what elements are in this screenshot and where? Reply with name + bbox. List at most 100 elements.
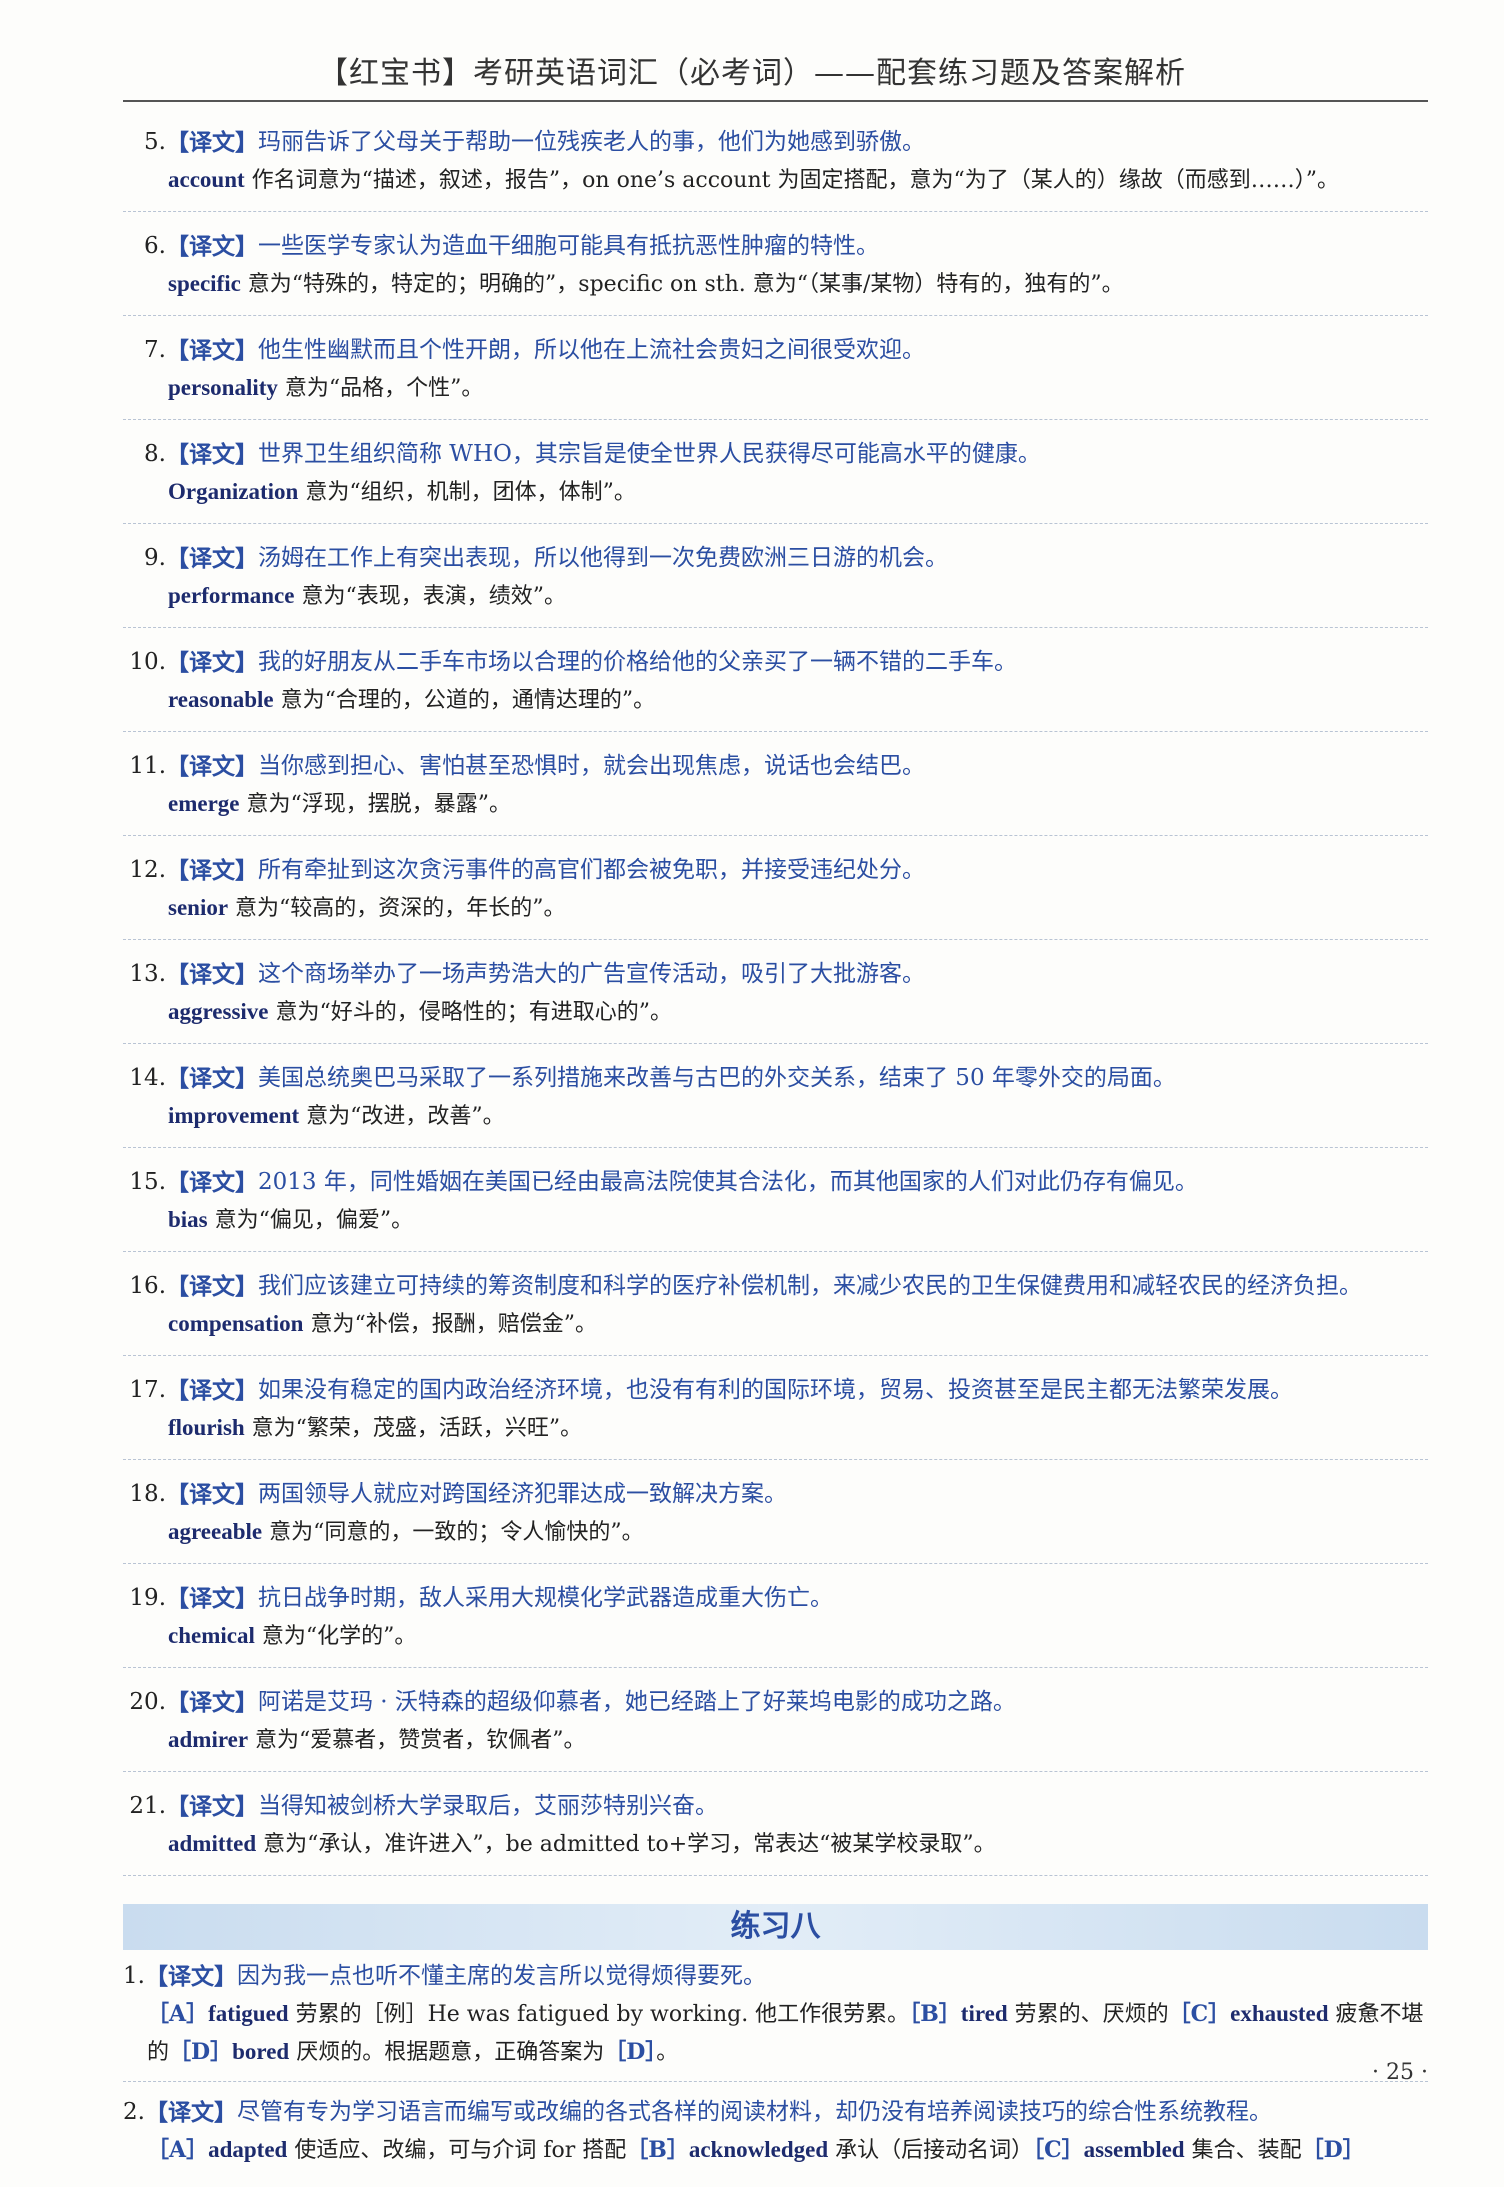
item-number: 13.: [129, 961, 166, 987]
translation-text: 一些医学专家认为造血干细胞可能具有抵抗恶性肿瘤的特性。: [258, 233, 879, 259]
item-number: 16.: [129, 1273, 166, 1299]
option-c-label: ［C］: [1168, 2001, 1231, 2027]
item-number: 21.: [129, 1793, 166, 1819]
vocab-word: flourish: [168, 1415, 245, 1440]
exercise-item-1: 1. 【译文】 因为我一点也听不懂主席的发言所以觉得烦得要死。 ［A］fatig…: [123, 1954, 1428, 2082]
translation-text: 2013 年，同性婚姻在美国已经由最高法院使其合法化，而其他国家的人们对此仍存有…: [258, 1169, 1198, 1195]
explanation-text: 意为“表现，表演，绩效”。: [294, 584, 566, 609]
explanation: account 作名词意为“描述，叙述，报告”，on one’s account…: [123, 161, 1428, 199]
translation-item: 15. 【译文】 2013 年，同性婚姻在美国已经由最高法院使其合法化，而其他国家的…: [123, 1158, 1428, 1252]
explanation: admitted 意为“承认，准许进入”，be admitted to+学习，常…: [123, 1825, 1428, 1863]
explanation: admirer 意为“爱慕者，赞赏者，钦佩者”。: [123, 1721, 1428, 1759]
translation-item: 11. 【译文】 当你感到担心、害怕甚至恐惧时，就会出现焦虑，说话也会结巴。 emer…: [123, 742, 1428, 836]
page-content: 5. 【译文】 玛丽告诉了父母关于帮助一位残疾老人的事，他们为她感到骄傲。 accou…: [123, 118, 1428, 2187]
translation-item: 20. 【译文】 阿诺是艾玛 · 沃特森的超级仰慕者，她已经踏上了好莱坞电影的成功之…: [123, 1678, 1428, 1772]
translation-tag: 【译文】: [166, 233, 258, 260]
option-c-label: ［C］: [1033, 2137, 1084, 2163]
translation-item: 12. 【译文】 所有牵扯到这次贪污事件的高官们都会被免职，并接受违纪处分。 seni…: [123, 846, 1428, 940]
item-number: 19.: [129, 1585, 166, 1611]
translation-text: 当得知被剑桥大学录取后，艾丽莎特别兴奋。: [258, 1793, 718, 1819]
item-number: 8.: [144, 441, 166, 467]
item-number: 7.: [144, 337, 166, 363]
explanation: agreeable 意为“同意的，一致的；令人愉快的”。: [123, 1513, 1428, 1551]
translation-item: 9. 【译文】 汤姆在工作上有突出表现，所以他得到一次免费欧洲三日游的机会。 perf…: [123, 534, 1428, 628]
explanation: Organization 意为“组织，机制，团体，体制”。: [123, 473, 1428, 511]
translation-text: 汤姆在工作上有突出表现，所以他得到一次免费欧洲三日游的机会。: [258, 545, 948, 571]
vocab-word: account: [168, 167, 245, 192]
explanation-text: 作名词意为“描述，叙述，报告”，on one’s account 为固定搭配，意…: [244, 168, 1339, 193]
option-a-text: 使适应、改编，可与介词 for 搭配: [287, 2138, 627, 2163]
vocab-word: reasonable: [168, 687, 274, 712]
translation-text: 他生性幽默而且个性开朗，所以他在上流社会贵妇之间很受欢迎。: [258, 337, 925, 363]
translation-tag: 【译文】: [166, 1273, 258, 1300]
vocab-word: chemical: [168, 1623, 255, 1648]
translation-tag: 【译文】: [166, 1793, 258, 1820]
option-b-word: acknowledged: [688, 2137, 829, 2162]
exercise-item-2: 2. 【译文】 尽管有专为学习语言而编写或改编的各式各样的阅读材料，却仍没有培养…: [123, 2090, 1428, 2179]
translation-tag: 【译文】: [166, 649, 258, 676]
answer: ［D］: [604, 2039, 657, 2065]
translation-text: 我们应该建立可持续的筹资制度和科学的医疗补偿机制，来减少农民的卫生保健费用和减轻…: [258, 1273, 1362, 1299]
translation-item: 10. 【译文】 我的好朋友从二手车市场以合理的价格给他的父亲买了一辆不错的二手车。…: [123, 638, 1428, 732]
translation-tag: 【译文】: [166, 337, 258, 364]
vocab-word: Organization: [168, 479, 299, 504]
option-a-word: fatigued: [208, 2001, 289, 2026]
translation-tag: 【译文】: [166, 961, 258, 988]
item-number: 9.: [144, 545, 166, 571]
explanation-text: 意为“化学的”。: [254, 1624, 417, 1649]
translation-tag: 【译文】: [166, 1585, 258, 1612]
vocab-word: admitted: [168, 1831, 257, 1856]
translation-item: 7. 【译文】 他生性幽默而且个性开朗，所以他在上流社会贵妇之间很受欢迎。 perso…: [123, 326, 1428, 420]
explanation: specific 意为“特殊的，特定的；明确的”，specific on sth…: [123, 265, 1428, 303]
translation-tag: 【译文】: [166, 1481, 258, 1508]
running-header: 【红宝书】考研英语词汇（必考词）——配套练习题及答案解析: [318, 56, 1186, 91]
translation-item: 21. 【译文】 当得知被剑桥大学录取后，艾丽莎特别兴奋。 admitted 意为“承…: [123, 1782, 1428, 1876]
vocab-word: improvement: [168, 1103, 300, 1128]
option-b-word: tired: [960, 2001, 1008, 2026]
translation-item: 6. 【译文】 一些医学专家认为造血干细胞可能具有抵抗恶性肿瘤的特性。 specifi…: [123, 222, 1428, 316]
explanation-text: 意为“组织，机制，团体，体制”。: [298, 480, 636, 505]
explanation-text: 意为“补偿，报酬，赔偿金”。: [303, 1312, 597, 1337]
explanation: performance 意为“表现，表演，绩效”。: [123, 577, 1428, 615]
item-number: 2.: [123, 2099, 145, 2125]
section-title: 练习八: [123, 1904, 1428, 1950]
translation-tag: 【译文】: [166, 441, 258, 468]
header-rule: [123, 100, 1428, 102]
explanation: aggressive 意为“好斗的，侵略性的；有进取心的”。: [123, 993, 1428, 1031]
explanation: bias 意为“偏见，偏爱”。: [123, 1201, 1428, 1239]
vocab-word: bias: [168, 1207, 208, 1232]
explanation-text: 意为“特殊的，特定的；明确的”，specific on sth. 意为“（某事/…: [240, 272, 1124, 297]
translation-text: 抗日战争时期，敌人采用大规模化学武器造成重大伤亡。: [258, 1585, 833, 1611]
explanation: reasonable 意为“合理的，公道的，通情达理的”。: [123, 681, 1428, 719]
translation-text: 当你感到担心、害怕甚至恐惧时，就会出现焦虑，说话也会结巴。: [258, 753, 925, 779]
explanation-text: 意为“偏见，偏爱”。: [207, 1208, 414, 1233]
option-a-label: ［A］: [147, 2001, 209, 2027]
vocab-word: aggressive: [168, 999, 269, 1024]
answer-end: 。: [656, 2040, 679, 2065]
translation-item: 14. 【译文】 美国总统奥巴马采取了一系列措施来改善与古巴的外交关系，结束了 50…: [123, 1054, 1428, 1148]
vocab-word: performance: [168, 583, 295, 608]
explanation: compensation 意为“补偿，报酬，赔偿金”。: [123, 1305, 1428, 1343]
item-number: 14.: [129, 1065, 166, 1091]
explanation-text: 意为“较高的，资深的，年长的”。: [228, 896, 566, 921]
translation-text: 这个商场举办了一场声势浩大的广告宣传活动，吸引了大批游客。: [258, 961, 925, 987]
explanation-text: 意为“承认，准许进入”，be admitted to+学习，常表达“被某学校录取…: [256, 1832, 996, 1857]
explanation-text: 意为“同意的，一致的；令人愉快的”。: [262, 1520, 644, 1545]
explanation-text: 意为“浮现，摆脱，暴露”。: [239, 792, 511, 817]
translation-tag: 【译文】: [166, 857, 258, 884]
translation-text: 我的好朋友从二手车市场以合理的价格给他的父亲买了一辆不错的二手车。: [258, 649, 1017, 675]
item-number: 15.: [129, 1169, 166, 1195]
option-d-label: ［D］: [1301, 2137, 1365, 2163]
translation-item: 18. 【译文】 两国领导人就应对跨国经济犯罪达成一致解决方案。 agreeable …: [123, 1470, 1428, 1564]
options: ［A］fatigued 劳累的［例］He was fatigued by wor…: [123, 1995, 1428, 2071]
translation-text: 玛丽告诉了父母关于帮助一位残疾老人的事，他们为她感到骄傲。: [258, 129, 925, 155]
translation-text: 如果没有稳定的国内政治经济环境，也没有有利的国际环境，贸易、投资甚至是民主都无法…: [258, 1377, 1293, 1403]
translation-tag: 【译文】: [145, 1963, 237, 1990]
translation-item: 13. 【译文】 这个商场举办了一场声势浩大的广告宣传活动，吸引了大批游客。 aggr…: [123, 950, 1428, 1044]
translation-item: 19. 【译文】 抗日战争时期，敌人采用大规模化学武器造成重大伤亡。 chemical…: [123, 1574, 1428, 1668]
translation-tag: 【译文】: [166, 1689, 258, 1716]
option-b-text: 劳累的、厌烦的: [1007, 2002, 1169, 2027]
vocab-word: emerge: [168, 791, 240, 816]
option-a-label: ［A］: [147, 2137, 209, 2163]
translation-tag: 【译文】: [166, 129, 258, 156]
